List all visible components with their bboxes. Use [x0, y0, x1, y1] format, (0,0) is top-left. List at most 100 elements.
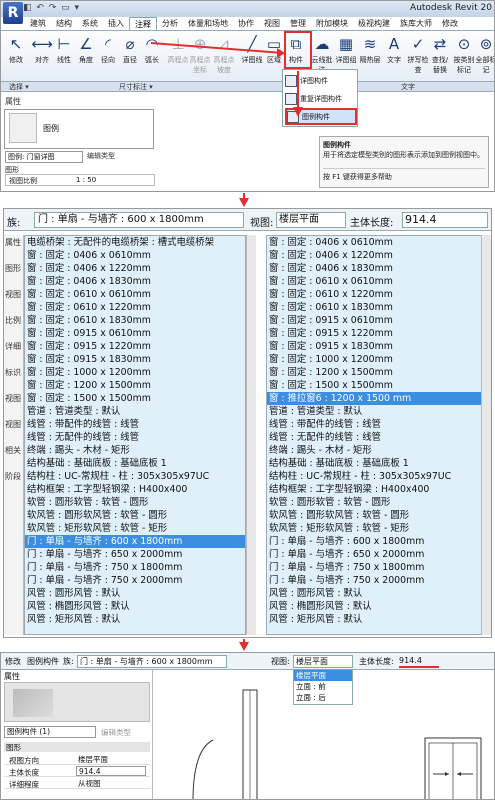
list-item[interactable]: 窗 : 固定 : 1500 x 1500mm — [25, 392, 245, 405]
family-type-select[interactable]: 门 : 单扇 - 与墙齐 : 600 x 1800mm — [34, 212, 244, 228]
property-key: 视图方向 — [9, 756, 39, 765]
view-select[interactable]: 楼层平面 — [276, 212, 346, 228]
property-value[interactable]: 914.4 — [76, 766, 146, 776]
list-item[interactable]: 风管 : 椭圆形风管 : 默认 — [267, 600, 490, 613]
list-item[interactable]: 窗 : 固定 : 0610 x 0610mm — [267, 275, 490, 288]
list-item[interactable]: 窗 : 固定 : 0406 x 0610mm — [25, 249, 245, 262]
list-item[interactable]: 窗 : 固定 : 0610 x 1220mm — [25, 301, 245, 314]
list-item[interactable]: 窗 : 固定 : 0406 x 1220mm — [25, 262, 245, 275]
property-value[interactable]: 楼层平面 — [76, 754, 108, 764]
list-item[interactable]: 窗 : 固定 : 0610 x 0610mm — [25, 288, 245, 301]
connector-arrow-icon — [239, 198, 249, 207]
list-item[interactable]: 线管 : 无配件的线管 : 线管 — [25, 431, 245, 444]
list-item[interactable]: 结构框架 : 工字型轻钢梁 : H400x400 — [267, 483, 490, 496]
list-item[interactable]: 窗 : 固定 : 1000 x 1200mm — [25, 366, 245, 379]
list-item[interactable]: 终端 : 踢头 - 木材 - 矩形 — [25, 444, 245, 457]
view-select[interactable]: 楼层平面 — [293, 655, 353, 668]
property-key: 详细程度 — [9, 780, 39, 789]
list-item[interactable]: 管道 : 管道类型 : 默认 — [267, 405, 490, 418]
list-item[interactable]: 窗 : 固定 : 0406 x 1220mm — [267, 249, 490, 262]
list-item[interactable]: 软风管 : 矩形软风管 : 软管 - 矩形 — [25, 522, 245, 535]
family-type-select[interactable]: 门 : 单扇 - 与墙齐 : 600 x 1800mm — [77, 655, 227, 668]
list-item[interactable]: 窗 : 固定 : 1200 x 1500mm — [267, 366, 490, 379]
list-item[interactable]: 风管 : 矩形风管 : 默认 — [25, 613, 245, 626]
side-property-label: 相关 — [5, 446, 21, 455]
list-item[interactable]: 窗 : 固定 : 1500 x 1500mm — [267, 379, 490, 392]
scrollbar-left[interactable] — [246, 235, 256, 635]
list-item[interactable]: 窗 : 固定 : 0406 x 0610mm — [267, 236, 490, 249]
list-item[interactable]: 窗 : 固定 : 0610 x 1220mm — [267, 288, 490, 301]
list-item[interactable]: 门 : 单扇 - 与墙齐 : 750 x 1800mm — [267, 561, 490, 574]
list-item[interactable]: 门 : 单扇 - 与墙齐 : 750 x 1800mm — [25, 561, 245, 574]
list-item[interactable]: 软管 : 圆形软管 : 软管 - 圆形 — [267, 496, 490, 509]
list-item[interactable]: 门 : 单扇 - 与墙齐 : 650 x 2000mm — [25, 548, 245, 561]
legend-component-view-panel: 修改 图例构件 族: 门 : 单扇 - 与墙齐 : 600 x 1800mm 视… — [0, 652, 495, 800]
list-item[interactable]: 风管 : 椭圆形风管 : 默认 — [25, 600, 245, 613]
family-type-list-right[interactable]: 窗 : 固定 : 0406 x 0610mm 窗 : 固定 : 0406 x 12… — [266, 235, 491, 635]
list-item[interactable]: 结构框架 : 工字型轻钢梁 : H400x400 — [25, 483, 245, 496]
list-item[interactable]: 管道 : 管道类型 : 默认 — [25, 405, 245, 418]
legend-preview-icon — [13, 689, 53, 717]
list-item[interactable]: 窗 : 固定 : 0610 x 1830mm — [25, 314, 245, 327]
list-item[interactable]: 门 : 单扇 - 与墙齐 : 750 x 2000mm — [25, 574, 245, 587]
list-item[interactable]: 风管 : 圆形风管 : 默认 — [25, 587, 245, 600]
properties-category: 图形 — [4, 742, 150, 752]
list-item[interactable]: 门 : 单扇 - 与墙齐 : 750 x 2000mm — [267, 574, 490, 587]
list-item[interactable]: 线管 : 无配件的线管 : 线管 — [267, 431, 490, 444]
list-item[interactable]: 软风管 : 矩形软风管 : 软管 - 矩形 — [267, 522, 490, 535]
list-item[interactable]: 风管 : 圆形风管 : 默认 — [267, 587, 490, 600]
list-item[interactable]: 终端 : 踢头 - 木材 - 矩形 — [267, 444, 490, 457]
property-value[interactable]: 从视图 — [76, 778, 101, 788]
side-property-label: 图形 — [5, 264, 21, 273]
list-item[interactable]: 窗 : 固定 : 0915 x 1830mm — [25, 353, 245, 366]
options-bar: 族: 门 : 单扇 - 与墙齐 : 600 x 1800mm 视图: 楼层平面 … — [4, 209, 491, 231]
list-item[interactable]: 门 : 单扇 - 与墙齐 : 600 x 1800mm — [25, 535, 245, 548]
list-item[interactable]: 软风管 : 圆形软风管 : 软管 - 圆形 — [267, 509, 490, 522]
legend-type-name: 图例 — [43, 124, 59, 133]
instance-select[interactable]: 图例: 门窗详图 — [5, 151, 83, 163]
list-item[interactable]: 软风管 : 圆形软风管 : 软管 - 圆形 — [25, 509, 245, 522]
list-item[interactable]: 电缆桥架 : 无配件的电缆桥架 : 槽式电缆桥架 — [25, 236, 245, 249]
family-type-list-left[interactable]: 电缆桥架 : 无配件的电缆桥架 : 槽式电缆桥架窗 : 固定 : 0406 x … — [24, 235, 246, 635]
list-item[interactable]: 窗 : 固定 : 0915 x 0610mm — [25, 327, 245, 340]
list-item[interactable]: 窗 : 固定 : 0915 x 1220mm — [25, 340, 245, 353]
list-item[interactable]: 窗 : 固定 : 1000 x 1200mm — [267, 353, 490, 366]
list-item[interactable]: 门 : 单扇 - 与墙齐 : 600 x 1800mm — [267, 535, 490, 548]
edit-type-button[interactable]: 编辑类型 — [101, 727, 131, 738]
view-option[interactable]: 楼层平面 — [294, 670, 352, 681]
list-item[interactable]: 窗 : 固定 : 0406 x 1830mm — [267, 262, 490, 275]
list-item[interactable]: 软管 : 圆形软管 : 软管 - 圆形 — [25, 496, 245, 509]
list-item[interactable]: 窗 : 固定 : 1200 x 1500mm — [25, 379, 245, 392]
list-item[interactable]: 结构柱 : UC-常规柱 - 柱 : 305x305x97UC — [25, 470, 245, 483]
property-key: 主体长度 — [9, 768, 39, 777]
host-length-input[interactable]: 914.4 — [402, 212, 488, 228]
host-length-input[interactable]: 914.4 — [399, 655, 439, 668]
list-item[interactable]: 线管 : 带配件的线管 : 线管 — [267, 418, 490, 431]
side-property-label: 视图 — [5, 394, 21, 403]
modify-label[interactable]: 修改 — [5, 656, 21, 667]
list-item[interactable]: 结构基础 : 基础底板 : 基础底板 1 — [25, 457, 245, 470]
list-item[interactable]: 门 : 单扇 - 与墙齐 : 650 x 2000mm — [267, 548, 490, 561]
view-option[interactable]: 立面 : 后 — [294, 692, 352, 703]
list-item[interactable]: 窗 : 固定 : 0915 x 1220mm — [267, 327, 490, 340]
list-item[interactable]: 风管 : 矩形风管 : 默认 — [267, 613, 490, 626]
list-item[interactable]: 结构基础 : 基础底板 : 基础底板 1 — [267, 457, 490, 470]
edit-type-button[interactable]: 编辑类型 — [87, 151, 115, 161]
context-label: 图例构件 — [27, 657, 59, 666]
properties-title: 属性 — [4, 672, 20, 681]
view-option[interactable]: 立面 : 前 — [294, 681, 352, 692]
view-scale-value[interactable]: 1 : 50 — [76, 176, 96, 184]
view-dropdown-menu: 楼层平面 立面 : 前立面 : 后 — [293, 669, 353, 705]
list-item[interactable]: 线管 : 带配件的线管 : 线管 — [25, 418, 245, 431]
host-length-label: 主体长度: — [359, 657, 394, 666]
scrollbar-right[interactable] — [481, 235, 491, 635]
property-row: 主体长度 914.4 — [4, 766, 150, 777]
list-item[interactable]: 窗 : 固定 : 0406 x 1830mm — [25, 275, 245, 288]
list-item[interactable]: 窗 : 固定 : 0610 x 1830mm — [267, 301, 490, 314]
instance-select[interactable]: 图例构件 (1) — [4, 726, 96, 738]
list-item[interactable]: 结构柱 : UC-常规柱 - 柱 : 305x305x97UC — [267, 470, 490, 483]
property-row: 视图方向 楼层平面 — [4, 754, 150, 765]
list-item[interactable]: 窗 : 固定 : 0915 x 0610mm — [267, 314, 490, 327]
list-item[interactable]: 窗 : 推拉窗6 : 1200 x 1500 mm — [267, 392, 490, 405]
list-item[interactable]: 窗 : 固定 : 0915 x 1830mm — [267, 340, 490, 353]
